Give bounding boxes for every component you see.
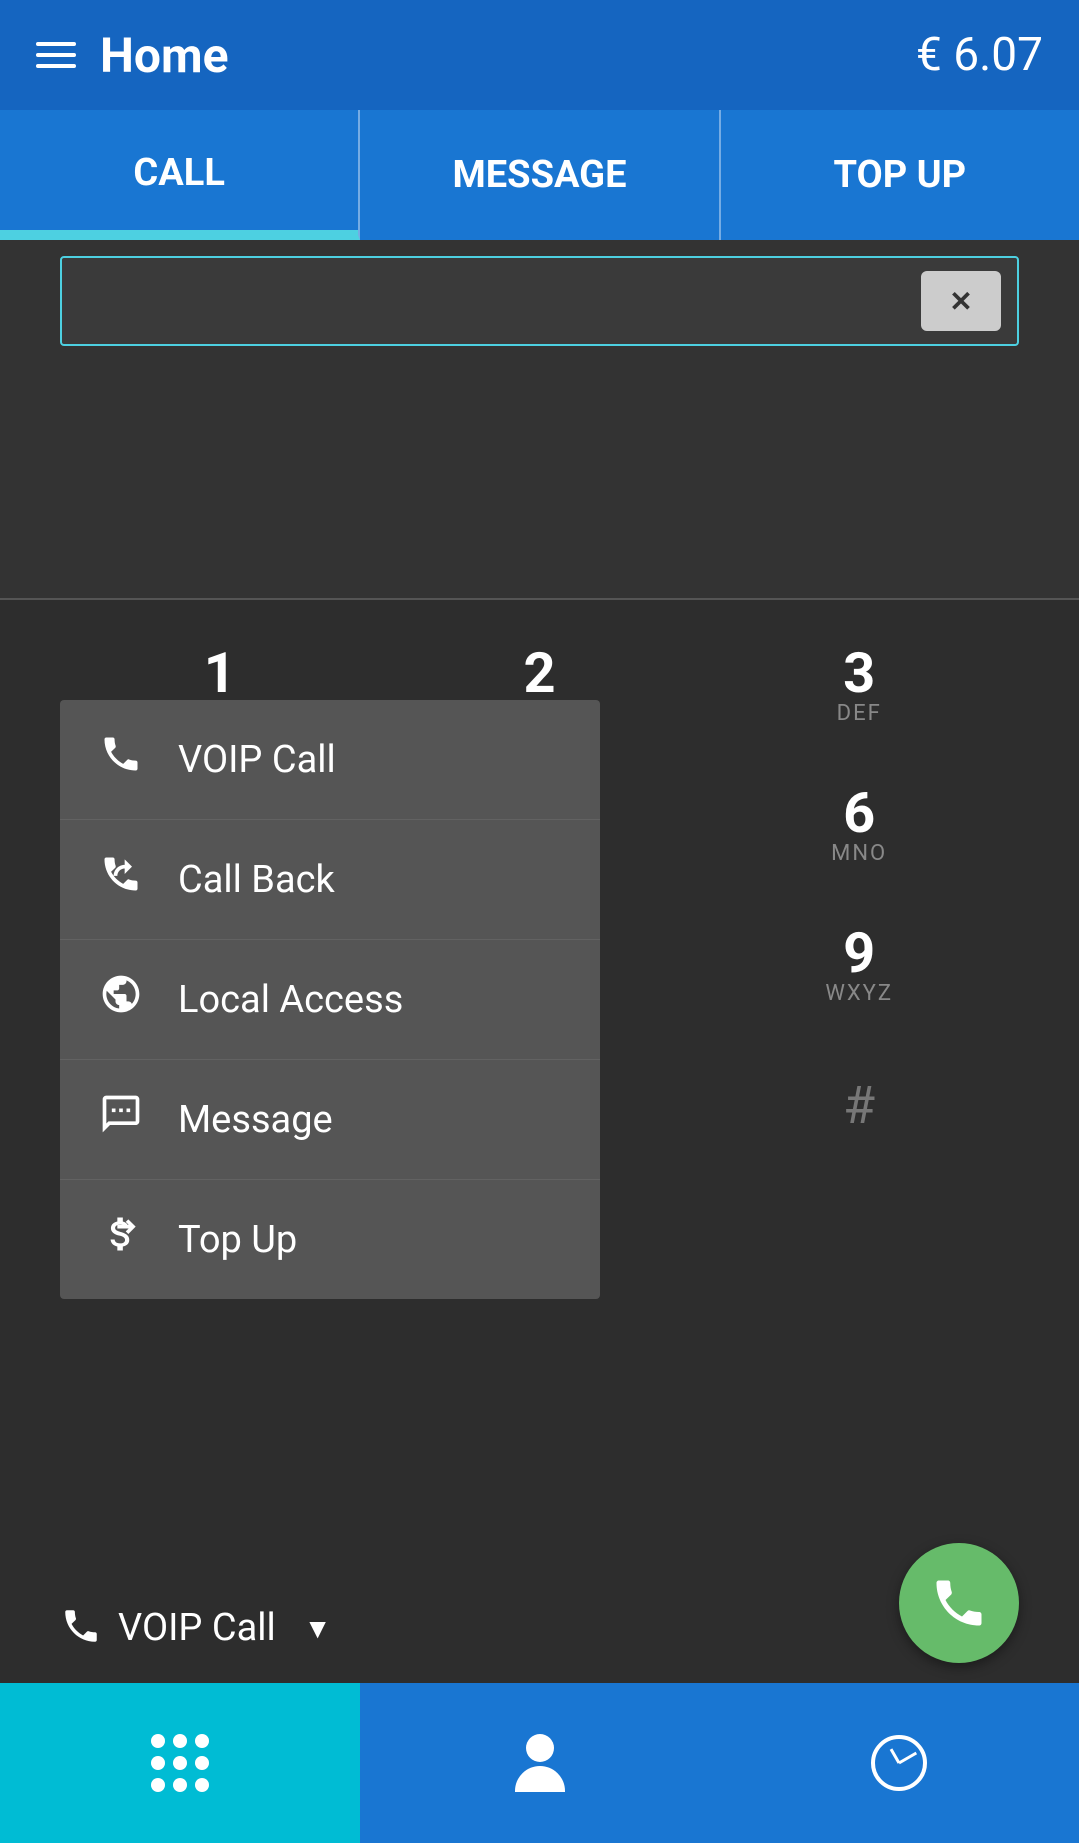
- backspace-button[interactable]: ✕: [921, 271, 1001, 331]
- tab-message[interactable]: MESSAGE: [360, 110, 720, 240]
- call-type-arrow-icon: ▼: [304, 1612, 332, 1645]
- dial-input-row: ✕: [60, 256, 1019, 346]
- header-left: Home: [36, 27, 228, 84]
- topup-icon: [96, 1212, 146, 1267]
- call-phone-icon: [929, 1573, 989, 1633]
- key-3[interactable]: 3 DEF: [699, 620, 1019, 750]
- dropdown-item-top-up[interactable]: Top Up: [60, 1180, 600, 1299]
- dropdown-item-local-access[interactable]: Local Access: [60, 940, 600, 1060]
- dropdown-label-local-access: Local Access: [178, 978, 403, 1022]
- menu-button[interactable]: [36, 42, 76, 68]
- dropdown-item-call-back[interactable]: Call Back: [60, 820, 600, 940]
- header: Home € 6.07: [0, 0, 1079, 110]
- balance-display: € 6.07: [916, 28, 1043, 82]
- globe-icon: [96, 972, 146, 1027]
- dropdown-label-message: Message: [178, 1098, 333, 1142]
- dropdown-label-call-back: Call Back: [178, 858, 335, 902]
- callback-icon: [96, 852, 146, 907]
- dialpad-icon: [151, 1734, 209, 1792]
- history-icon: [871, 1735, 927, 1791]
- call-type-selector[interactable]: VOIP Call ▼: [60, 1605, 331, 1651]
- phone-icon: [96, 732, 146, 787]
- dropdown-item-voip-call[interactable]: VOIP Call: [60, 700, 600, 820]
- dial-empty-area: [60, 358, 1019, 598]
- dropdown-item-message[interactable]: Message: [60, 1060, 600, 1180]
- key-6[interactable]: 6 MNO: [699, 760, 1019, 890]
- call-button[interactable]: [899, 1543, 1019, 1663]
- dropdown-label-top-up: Top Up: [178, 1218, 297, 1262]
- message-icon: [96, 1092, 146, 1147]
- contacts-icon: [515, 1734, 565, 1792]
- backspace-icon: ✕: [949, 285, 972, 318]
- phone-input[interactable]: [78, 280, 921, 322]
- call-type-phone-icon: [60, 1605, 102, 1651]
- bottom-nav: [0, 1683, 1079, 1843]
- dropdown-label-voip-call: VOIP Call: [178, 738, 336, 782]
- call-type-dropdown: VOIP Call Call Back Local Access Message: [60, 700, 600, 1299]
- nav-dialpad[interactable]: [0, 1683, 360, 1843]
- nav-contacts[interactable]: [360, 1683, 720, 1843]
- call-type-label: VOIP Call: [118, 1606, 276, 1650]
- tab-bar: CALL MESSAGE TOP UP: [0, 110, 1079, 240]
- page-title: Home: [100, 27, 228, 84]
- key-9[interactable]: 9 WXYZ: [699, 900, 1019, 1030]
- tab-topup[interactable]: TOP UP: [721, 110, 1079, 240]
- tab-call[interactable]: CALL: [0, 110, 360, 240]
- dial-area: ✕: [0, 240, 1079, 600]
- nav-history[interactable]: [719, 1683, 1079, 1843]
- key-hash[interactable]: #: [699, 1040, 1019, 1170]
